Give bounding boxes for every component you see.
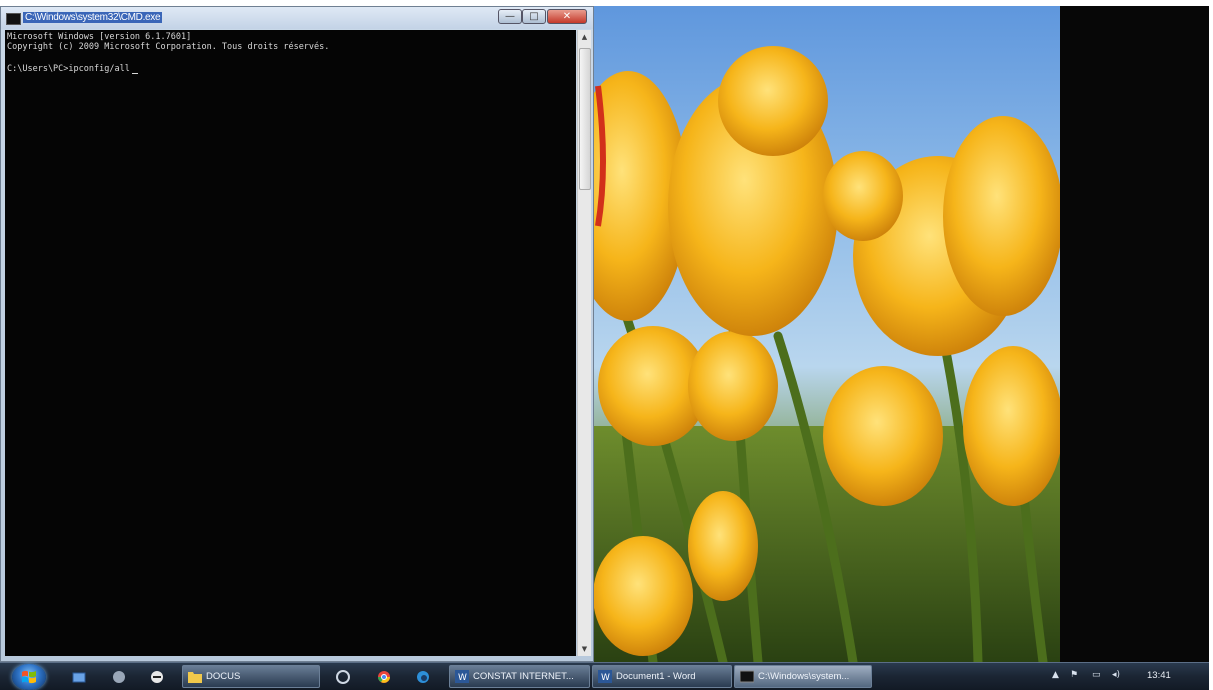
- minimize-icon: —: [505, 11, 515, 22]
- screen-edge: [1209, 0, 1213, 690]
- maximize-icon: □: [529, 11, 539, 22]
- taskbar-item-label: CONSTAT INTERNET...: [473, 671, 574, 682]
- cmd-window[interactable]: C:\Windows\system32\CMD.exe — □ ✕ Micros…: [0, 6, 594, 662]
- word-icon: W: [598, 670, 612, 683]
- taskbar-item-docus[interactable]: DOCUS: [182, 665, 320, 688]
- minimize-button[interactable]: —: [498, 9, 522, 24]
- scroll-thumb[interactable]: [579, 48, 591, 190]
- scroll-up-arrow-icon[interactable]: ▲: [578, 30, 591, 44]
- taskbar-item-label: DOCUS: [206, 671, 241, 682]
- close-button[interactable]: ✕: [547, 9, 587, 24]
- desktop-screen: C:\Windows\system32\CMD.exe — □ ✕ Micros…: [0, 0, 1213, 690]
- cmd-icon: [6, 13, 21, 25]
- game-icon[interactable]: [148, 668, 166, 686]
- desktop-dark-area: [1060, 6, 1210, 662]
- text-cursor: [131, 73, 138, 74]
- tulip-wallpaper-image: [593, 46, 1060, 662]
- close-icon: ✕: [562, 11, 572, 22]
- windows-logo-icon: [22, 670, 36, 684]
- taskbar-item-constat-internet[interactable]: W CONSTAT INTERNET...: [449, 665, 590, 688]
- console-prompt-line: C:\Users\PC>ipconfig/all: [7, 64, 138, 74]
- clock[interactable]: 13:41: [1147, 670, 1171, 681]
- svg-text:W: W: [458, 673, 467, 683]
- folder-icon: [188, 672, 202, 683]
- word-icon: W: [455, 670, 469, 683]
- console-line: Copyright (c) 2009 Microsoft Corporation…: [7, 42, 330, 52]
- show-hidden-icons-icon[interactable]: ▲: [1052, 670, 1059, 682]
- svg-text:W: W: [601, 673, 610, 683]
- start-button[interactable]: [12, 664, 46, 690]
- cmd-window-title: C:\Windows\system32\CMD.exe: [23, 12, 163, 23]
- console-output[interactable]: Microsoft Windows [version 6.1.7601] Cop…: [5, 30, 576, 656]
- edge-icon[interactable]: [414, 668, 432, 686]
- vertical-scrollbar[interactable]: ▲ ▼: [577, 30, 591, 656]
- taskbar-item-document1-word[interactable]: W Document1 - Word: [592, 665, 732, 688]
- scroll-down-arrow-icon[interactable]: ▼: [578, 642, 591, 656]
- network-icon[interactable]: ▭: [1092, 670, 1101, 682]
- volume-icon[interactable]: ◂): [1112, 670, 1120, 682]
- taskbar-item-label: Document1 - Word: [616, 671, 696, 682]
- console-prompt: C:\Users\PC>ipconfig/all: [7, 64, 130, 74]
- explorer-icon[interactable]: [70, 668, 88, 686]
- taskbar-item-cmd[interactable]: C:\Windows\system...: [734, 665, 872, 688]
- chrome-icon[interactable]: [375, 668, 393, 686]
- console-line: Microsoft Windows [version 6.1.7601]: [7, 32, 192, 42]
- taskbar-item-label: C:\Windows\system...: [758, 671, 850, 682]
- media-icon[interactable]: [110, 668, 128, 686]
- desktop-wallpaper: [593, 6, 1060, 662]
- ie-icon[interactable]: [334, 668, 352, 686]
- maximize-button[interactable]: □: [522, 9, 546, 24]
- taskbar: DOCUS W CONSTAT INTERNET... W Document1 …: [0, 662, 1209, 690]
- cmd-titlebar[interactable]: C:\Windows\system32\CMD.exe — □ ✕: [1, 7, 593, 29]
- cmd-icon: [740, 670, 754, 683]
- flag-icon[interactable]: ⚑: [1070, 670, 1078, 682]
